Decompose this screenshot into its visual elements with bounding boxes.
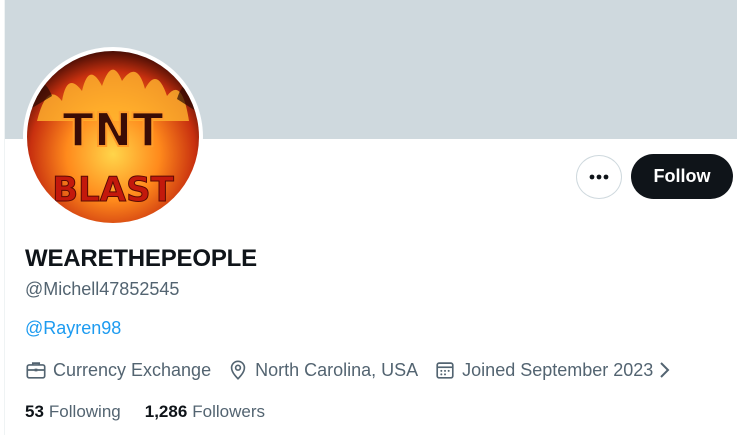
- user-handle: @Michell47852545: [25, 279, 180, 299]
- avatar-text-tnt: TNT: [62, 103, 164, 157]
- more-horizontal-icon: [589, 174, 609, 180]
- calendar-icon: [436, 362, 454, 379]
- joined-label: Joined September 2023: [462, 359, 654, 380]
- followers-label: Followers: [192, 402, 266, 421]
- following-link[interactable]: 53 Following: [25, 402, 121, 422]
- meta-joined[interactable]: Joined September 2023: [434, 359, 653, 381]
- more-options-button[interactable]: [576, 155, 622, 199]
- following-count: 53: [25, 402, 44, 421]
- follow-button[interactable]: Follow: [631, 154, 733, 199]
- following-label: Following: [48, 402, 121, 421]
- display-name: WEARETHEPEOPLE: [25, 245, 257, 272]
- location-pin-icon: [230, 360, 246, 380]
- followers-link[interactable]: 1,286 Followers: [145, 402, 265, 422]
- followers-count: 1,286: [144, 402, 188, 421]
- meta-location: North Carolina, USA: [227, 359, 418, 381]
- profile-meta: Currency Exchange North Carolina, USA Jo…: [25, 359, 671, 381]
- category-label: Currency Exchange: [53, 359, 212, 380]
- meta-category: Currency Exchange: [25, 359, 211, 381]
- location-label: North Carolina, USA: [255, 359, 419, 380]
- bio-mention-link[interactable]: @Rayren98: [25, 318, 121, 339]
- avatar-fire-graphic: TNT BLAST: [27, 51, 199, 223]
- avatar-image: TNT BLAST: [27, 51, 199, 223]
- chevron-right-icon[interactable]: [657, 360, 671, 380]
- profile-stats: 53 Following 1,286 Followers: [25, 402, 289, 422]
- avatar-text-blast: BLAST: [52, 170, 174, 210]
- profile-avatar[interactable]: TNT BLAST: [23, 47, 203, 227]
- briefcase-icon: [26, 362, 46, 379]
